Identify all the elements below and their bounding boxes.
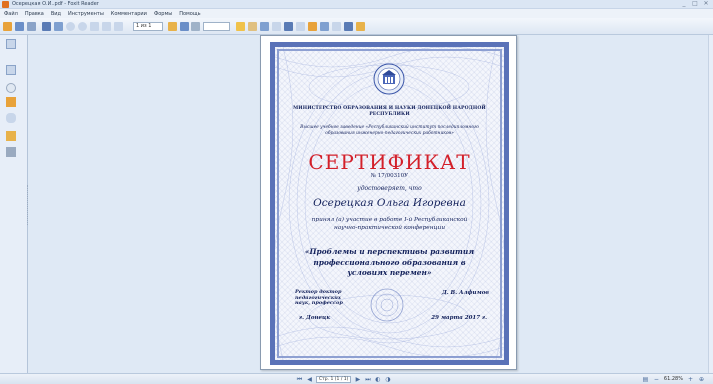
document-viewport[interactable]: МИНИСТЕРСТВО ОБРАЗОВАНИЯ И НАУКИ ДОНЕЦКО… bbox=[29, 35, 713, 373]
facing-icon[interactable] bbox=[296, 22, 305, 31]
toolbar: 1 из 1 bbox=[0, 18, 713, 35]
certificate-number: № 17/00310У bbox=[370, 173, 409, 179]
comment-tool-icon[interactable] bbox=[308, 22, 317, 31]
bookmarks-icon[interactable] bbox=[6, 65, 16, 75]
pages-icon[interactable] bbox=[6, 39, 16, 49]
single-page-icon[interactable] bbox=[272, 22, 281, 31]
title-bar: Осерецкая О.И..pdf - Foxit Reader _ □ ✕ bbox=[0, 0, 713, 9]
page-indicator[interactable]: Стр. 1 (1 / 1) bbox=[316, 376, 352, 383]
view-mode-icon[interactable]: ▤ bbox=[642, 376, 649, 383]
fit-width-icon[interactable] bbox=[114, 22, 123, 31]
menu-help[interactable]: Помощь bbox=[179, 10, 200, 18]
fit-page-icon[interactable] bbox=[102, 22, 111, 31]
email-icon[interactable] bbox=[42, 22, 51, 31]
layers-icon[interactable] bbox=[6, 83, 16, 93]
zoom-controls: ▤ − 61.28% + ⊕ bbox=[642, 376, 705, 383]
issue-date: 29 марта 2017 г. bbox=[431, 315, 487, 321]
find-icon[interactable] bbox=[191, 22, 200, 31]
back-view-icon[interactable]: ◐ bbox=[374, 376, 381, 383]
open-folder-icon[interactable] bbox=[3, 22, 12, 31]
maximize-button[interactable]: □ bbox=[692, 1, 698, 7]
minimize-button[interactable]: _ bbox=[681, 1, 687, 7]
select-text-icon[interactable] bbox=[168, 22, 177, 31]
certificate: МИНИСТЕРСТВО ОБРАЗОВАНИЯ И НАУКИ ДОНЕЦКО… bbox=[270, 42, 509, 365]
attachments-icon[interactable] bbox=[6, 97, 16, 107]
fullscreen-icon[interactable] bbox=[332, 22, 341, 31]
previous-page-icon[interactable]: ◀ bbox=[306, 376, 313, 383]
zoom-out-status-icon[interactable]: − bbox=[653, 376, 660, 383]
forward-view-icon[interactable]: ◑ bbox=[384, 376, 391, 383]
institution-name: Высшее учебное заведение «Республикански… bbox=[300, 125, 479, 136]
foxit-app-icon bbox=[2, 1, 9, 8]
menu-file[interactable]: Файл bbox=[4, 10, 18, 18]
menu-tools[interactable]: Инструменты bbox=[68, 10, 104, 18]
close-button[interactable]: ✕ bbox=[703, 1, 709, 7]
recipient-name: Осерецкая Ольга Игоревна bbox=[313, 197, 466, 209]
vertical-scrollbar[interactable] bbox=[708, 35, 713, 373]
menu-view[interactable]: Вид bbox=[51, 10, 61, 18]
page-navigation: ⏮ ◀ Стр. 1 (1 / 1) ▶ ⏭ ◐ ◑ bbox=[296, 376, 391, 383]
highlight-icon[interactable] bbox=[236, 22, 245, 31]
security-icon[interactable] bbox=[6, 113, 16, 123]
zoom-in-status-icon[interactable]: + bbox=[687, 376, 694, 383]
hand-tool-icon[interactable] bbox=[54, 22, 63, 31]
participation-text: принял (а) участие в работе I-й Республи… bbox=[311, 217, 468, 231]
rector-title: Ректор доктор педагогических наук, профе… bbox=[295, 289, 343, 306]
page-number-field[interactable]: 1 из 1 bbox=[133, 22, 163, 31]
next-page-icon[interactable]: ▶ bbox=[354, 376, 361, 383]
ministry-heading: МИНИСТЕРСТВО ОБРАЗОВАНИЯ И НАУКИ ДОНЕЦКО… bbox=[293, 106, 486, 117]
menu-bar: Файл Правка Вид Инструменты Комментарии … bbox=[0, 9, 713, 18]
bookmark-tool-icon[interactable] bbox=[344, 22, 353, 31]
issue-city: г. Донецк bbox=[299, 315, 331, 321]
menu-comments[interactable]: Комментарии bbox=[111, 10, 147, 18]
rotate-icon[interactable] bbox=[90, 22, 99, 31]
note-icon[interactable] bbox=[248, 22, 257, 31]
window-title: Осерецкая О.И..pdf - Foxit Reader bbox=[12, 1, 99, 7]
sign-icon[interactable] bbox=[356, 22, 365, 31]
pdf-page: МИНИСТЕРСТВО ОБРАЗОВАНИЯ И НАУКИ ДОНЕЦКО… bbox=[260, 35, 517, 370]
zoom-out-icon[interactable] bbox=[78, 22, 87, 31]
certifies-text: удостоверяет, что bbox=[357, 185, 422, 192]
first-page-icon[interactable]: ⏮ bbox=[296, 376, 303, 383]
lock-icon[interactable] bbox=[6, 131, 16, 141]
signature-icon[interactable] bbox=[6, 147, 16, 157]
conference-topic: «Проблемы и перспективы развития професс… bbox=[304, 247, 475, 277]
last-page-icon[interactable]: ⏭ bbox=[364, 376, 371, 383]
form-tool-icon[interactable] bbox=[320, 22, 329, 31]
search-input[interactable] bbox=[203, 22, 230, 31]
menu-edit[interactable]: Правка bbox=[25, 10, 44, 18]
zoom-slider-icon[interactable]: ⊕ bbox=[698, 376, 705, 383]
menu-forms[interactable]: Формы bbox=[154, 10, 172, 18]
official-seal-icon bbox=[370, 288, 404, 322]
save-icon[interactable] bbox=[15, 22, 24, 31]
snapshot-icon[interactable] bbox=[180, 22, 189, 31]
print-icon[interactable] bbox=[27, 22, 36, 31]
zoom-level[interactable]: 61.28% bbox=[664, 376, 683, 383]
rector-name: Д. В. Алфимов bbox=[441, 290, 489, 296]
side-panel bbox=[0, 35, 28, 373]
continuous-icon[interactable] bbox=[284, 22, 293, 31]
certificate-content: МИНИСТЕРСТВО ОБРАЗОВАНИЯ И НАУКИ ДОНЕЦКО… bbox=[289, 59, 490, 349]
institute-emblem-icon bbox=[373, 63, 405, 95]
certificate-title: СЕРТИФИКАТ bbox=[308, 150, 471, 174]
window-controls: _ □ ✕ bbox=[681, 1, 709, 7]
typewriter-icon[interactable] bbox=[260, 22, 269, 31]
zoom-in-icon[interactable] bbox=[66, 22, 75, 31]
status-bar: ⏮ ◀ Стр. 1 (1 / 1) ▶ ⏭ ◐ ◑ ▤ − 61.28% + … bbox=[0, 373, 713, 384]
